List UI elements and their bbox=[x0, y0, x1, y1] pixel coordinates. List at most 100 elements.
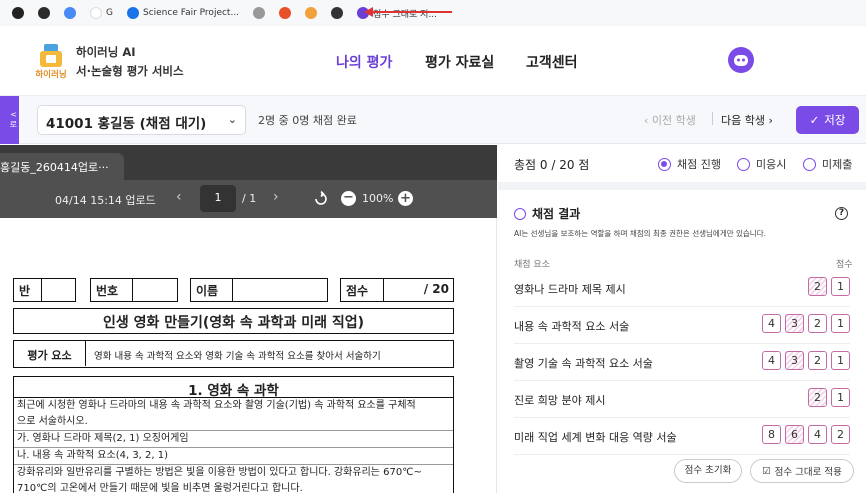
service-subtitle: 서·논술형 평가 서비스 bbox=[76, 64, 184, 78]
answer-line: 나. 내용 속 과학적 요소(4, 3, 2, 1) bbox=[14, 448, 453, 465]
bookmark-favicon-icon bbox=[253, 7, 266, 19]
apply-scores-button[interactable]: ☑ 점수 그대로 적용 bbox=[750, 459, 854, 483]
bookmark-item[interactable] bbox=[34, 3, 54, 23]
score-option[interactable]: 1 bbox=[831, 351, 850, 370]
score-option[interactable]: 2 bbox=[808, 351, 827, 370]
mode-absent[interactable]: 미응시 bbox=[737, 156, 786, 172]
zoom-out-button[interactable]: − bbox=[341, 191, 356, 206]
score-option[interactable]: 2 bbox=[808, 314, 827, 333]
student-select[interactable]: 41001 홍길동 (채점 대기) ⌄ bbox=[37, 105, 246, 135]
criteria-row: 영화나 드라마 제목 제시 2 1 bbox=[514, 271, 850, 307]
red-arrow-annotation bbox=[372, 11, 452, 13]
criteria-label: 진로 희망 분야 제시 bbox=[514, 394, 606, 407]
student-info-row: 반 번호 이름 점수 / 20 bbox=[13, 278, 454, 302]
evaluation-goal: 평가 요소 영화 내용 속 과학적 요소와 영화 기술 속 과학적 요소를 찾아… bbox=[13, 340, 454, 368]
score-option[interactable]: 4 bbox=[762, 314, 781, 333]
score-option[interactable]: 2 bbox=[831, 425, 850, 444]
question-line: 으로 서술하시오. bbox=[14, 414, 453, 431]
bookmark-item[interactable]: G bbox=[86, 3, 117, 23]
rotate-icon[interactable] bbox=[313, 190, 329, 207]
mode-not-submitted[interactable]: 미제출 bbox=[803, 156, 852, 172]
reset-scores-button[interactable]: 점수 초기화 bbox=[674, 459, 742, 483]
document-tab-bar: 홍길동_260414업로··· bbox=[0, 145, 497, 180]
score-option[interactable]: 1 bbox=[831, 277, 850, 296]
student-select-value: 41001 홍길동 (채점 대기) bbox=[46, 116, 207, 132]
class-label: 반 bbox=[13, 278, 42, 302]
bookmark-favicon-icon bbox=[12, 7, 24, 19]
criteria-row: 촬영 기술 속 과학적 요소 서술 4 3 2 1 bbox=[514, 345, 850, 381]
apply-scores-label: 점수 그대로 적용 bbox=[774, 467, 842, 478]
mode-label: 미제출 bbox=[822, 158, 853, 171]
help-icon[interactable]: ? bbox=[835, 207, 848, 220]
bookmark-item[interactable] bbox=[249, 3, 269, 23]
nav-evaluation-materials[interactable]: 평가 자료실 bbox=[425, 52, 494, 72]
save-button[interactable]: ✓ 저장 bbox=[796, 106, 859, 134]
score-option[interactable]: 4 bbox=[762, 351, 781, 370]
zoom-in-button[interactable]: + bbox=[398, 191, 413, 206]
mode-label: 채점 진행 bbox=[677, 158, 721, 171]
result-header: 채점 결과 bbox=[514, 205, 580, 222]
score-option[interactable]: 1 bbox=[831, 314, 850, 333]
result-title: 채점 결과 bbox=[532, 207, 581, 221]
bookmark-item[interactable] bbox=[60, 3, 80, 23]
bookmark-item[interactable] bbox=[8, 3, 28, 23]
total-score: 총점 0 / 20 점 bbox=[514, 158, 590, 172]
bookmark-item[interactable] bbox=[327, 3, 347, 23]
section-movie-science: 1. 영화 속 과학 최근에 시청한 영화나 드라마의 내용 속 과학적 요소와… bbox=[13, 376, 454, 493]
red-arrow-head bbox=[364, 7, 373, 17]
criteria-label: 미래 직업 세계 변화 대응 역량 서술 bbox=[514, 431, 677, 444]
nav-customer-center[interactable]: 고객센터 bbox=[526, 52, 578, 72]
grading-panel: 총점 0 / 20 점 채점 진행 미응시 미제출 채점 결과 ? AI는 선생… bbox=[498, 145, 866, 493]
bookmark-item[interactable]: Science Fair Project... bbox=[123, 3, 243, 23]
score-option[interactable]: 4 bbox=[808, 425, 827, 444]
bookmark-item[interactable] bbox=[301, 3, 321, 23]
score-option[interactable]: 2 bbox=[808, 277, 827, 296]
criteria-label: 촬영 기술 속 과학적 요소 서술 bbox=[514, 357, 653, 370]
prev-page-button[interactable]: ‹ bbox=[176, 189, 182, 205]
service-title: 하이러닝 AI bbox=[76, 45, 136, 59]
number-value bbox=[132, 278, 178, 302]
bookmark-favicon-icon bbox=[305, 7, 318, 19]
bookmark-label: G bbox=[106, 8, 113, 18]
radio-icon bbox=[737, 157, 750, 171]
panel-divider bbox=[498, 182, 866, 190]
bookmark-favicon-icon bbox=[126, 7, 139, 19]
next-student-label: 다음 학생 bbox=[721, 114, 765, 127]
bookmarks-bar: G Science Fair Project... 점수 그대로 저... bbox=[0, 0, 866, 26]
answer-line: 710℃의 고온에서 만들기 때문에 빛을 비추면 울렁거린다고 합니다. bbox=[17, 483, 303, 493]
logo[interactable]: 하이러닝 bbox=[32, 42, 70, 80]
next-student-button[interactable]: 다음 학생 › bbox=[721, 112, 773, 128]
bookmark-favicon-icon bbox=[38, 7, 50, 19]
document-page[interactable]: 반 번호 이름 점수 / 20 인생 영화 만들기(영화 속 과학과 미래 직업… bbox=[0, 218, 497, 493]
radio-icon bbox=[658, 157, 671, 171]
score-options: 21 bbox=[808, 388, 850, 407]
next-page-button[interactable]: › bbox=[273, 189, 279, 205]
document-tab[interactable]: 홍길동_260414업로··· bbox=[0, 153, 124, 180]
criteria-label: 내용 속 과학적 요소 서술 bbox=[514, 320, 630, 333]
page-input[interactable]: 1 bbox=[200, 185, 236, 212]
score-option[interactable]: 8 bbox=[762, 425, 781, 444]
chevron-left-icon: ‹ bbox=[644, 114, 652, 127]
score-option[interactable]: 1 bbox=[831, 388, 850, 407]
nav-my-evaluation[interactable]: 나의 평가 bbox=[336, 52, 392, 72]
side-toggle-arrow: < bbox=[10, 110, 17, 119]
score-option[interactable]: 2 bbox=[808, 388, 827, 407]
name-label: 이름 bbox=[190, 278, 233, 302]
mode-grading[interactable]: 채점 진행 bbox=[658, 156, 721, 172]
check-circle-icon: ☑ bbox=[762, 465, 771, 477]
score-options: 4321 bbox=[762, 351, 850, 370]
score-option[interactable]: 3 bbox=[785, 314, 804, 333]
prev-student-button[interactable]: ‹ 이전 학생 bbox=[644, 112, 696, 128]
radio-icon bbox=[803, 157, 816, 171]
question-line: 최근에 시청한 영화나 드라마의 내용 속 과학적 요소와 촬영 기술(기법) … bbox=[17, 400, 416, 411]
user-avatar[interactable] bbox=[728, 47, 754, 73]
score-option[interactable]: 6 bbox=[785, 425, 804, 444]
side-toggle-tab[interactable]: < 로 bbox=[0, 96, 19, 144]
score-options: 8642 bbox=[762, 425, 850, 444]
logo-icon: 하이러닝 bbox=[35, 44, 67, 80]
chevron-right-icon: › bbox=[764, 114, 773, 127]
bookmark-item[interactable] bbox=[275, 3, 295, 23]
score-option[interactable]: 3 bbox=[785, 351, 804, 370]
class-value bbox=[41, 278, 76, 302]
criteria-row: 내용 속 과학적 요소 서술 4 3 2 1 bbox=[514, 308, 850, 344]
